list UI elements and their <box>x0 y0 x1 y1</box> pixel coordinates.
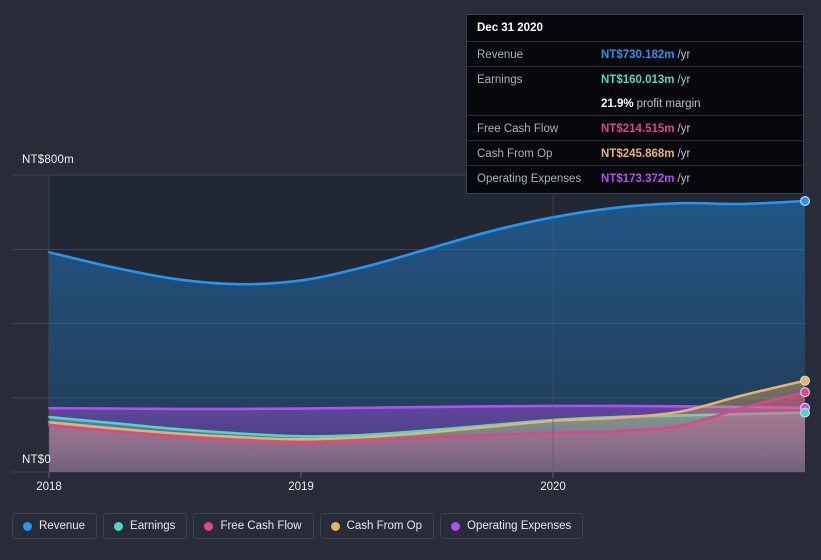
x-axis-ticks <box>48 472 554 478</box>
endpoint-cash-from-op <box>799 375 810 386</box>
endpoint-earnings <box>799 407 810 418</box>
legend-item-label: Free Cash Flow <box>220 520 302 532</box>
tooltip-row-value: NT$214.515m <box>601 123 675 135</box>
legend-color-dot-icon <box>204 521 214 531</box>
x-tick-label-2020: 2020 <box>540 481 566 493</box>
endpoint-free-cash-flow <box>799 387 810 398</box>
legend-item-label: Cash From Op <box>346 520 423 532</box>
tooltip-row-value: NT$730.182m <box>601 49 675 61</box>
legend-color-dot-icon <box>330 521 340 531</box>
chart-tooltip: Dec 31 2020 Revenue NT$730.182m/yr Earning… <box>466 14 804 194</box>
tooltip-row-value-wrap: 21.9% profit margin <box>601 94 701 112</box>
legend-item-free-cash-flow[interactable]: Free Cash Flow <box>193 513 314 539</box>
tooltip-row-value: NT$160.013m <box>601 74 675 86</box>
tooltip-row-value-wrap: NT$730.182m/yr <box>601 45 690 63</box>
tooltip-row-label: Operating Expenses <box>477 173 582 185</box>
tooltip-row-value: NT$245.868m <box>601 148 675 160</box>
tooltip-row: Earnings NT$160.013m/yr <box>467 66 803 91</box>
x-tick-label-2018: 2018 <box>36 481 62 493</box>
tooltip-row-value-wrap: NT$160.013m/yr <box>601 70 690 88</box>
tooltip-row-value: NT$173.372m <box>601 173 675 185</box>
tooltip-row-unit: /yr <box>677 148 691 160</box>
tooltip-row-unit: /yr <box>677 49 691 61</box>
tooltip-row-unit: /yr <box>677 173 691 185</box>
tooltip-row-label: Free Cash Flow <box>477 123 559 135</box>
tooltip-row-value: 21.9% <box>601 98 634 110</box>
tooltip-row-label: Revenue <box>477 49 524 61</box>
tooltip-row: Free Cash Flow NT$214.515m/yr <box>467 115 803 140</box>
tooltip-row-unit: /yr <box>677 123 691 135</box>
legend-item-revenue[interactable]: Revenue <box>12 513 98 539</box>
legend-color-dot-icon <box>114 521 124 531</box>
tooltip-row: Revenue NT$730.182m/yr <box>467 41 803 66</box>
tooltip-row: Operating Expenses NT$173.372m/yr <box>467 165 803 190</box>
legend-color-dot-icon <box>451 521 461 531</box>
tooltip-row-value-wrap: NT$245.868m/yr <box>601 144 690 162</box>
tooltip-row-value-wrap: NT$173.372m/yr <box>601 169 690 187</box>
legend-item-operating-expenses[interactable]: Operating Expenses <box>440 513 584 539</box>
tooltip-row: Cash From Op NT$245.868m/yr <box>467 140 803 165</box>
tooltip-row-label: Cash From Op <box>477 148 553 160</box>
tooltip-row-unit: profit margin <box>636 98 701 110</box>
endpoint-revenue <box>799 195 810 206</box>
tooltip-row-unit: /yr <box>677 74 691 86</box>
tooltip-row: 21.9% profit margin <box>467 91 803 115</box>
legend-item-label: Operating Expenses <box>467 520 572 532</box>
tooltip-date: Dec 31 2020 <box>477 22 543 34</box>
tooltip-rows: Revenue NT$730.182m/yr Earnings NT$160.013m… <box>467 41 803 190</box>
financial-chart-widget: NT$800m NT$0 2018 2019 2020 Dec 31 2020 Re… <box>0 0 821 560</box>
legend-color-dot-icon <box>23 521 32 531</box>
chart-legend: Revenue Earnings Free Cash Flow Cash From O… <box>12 513 584 539</box>
tooltip-row-value-wrap: NT$214.515m/yr <box>601 119 690 137</box>
legend-item-label: Revenue <box>39 520 86 532</box>
x-tick-label-2019: 2019 <box>288 481 314 493</box>
legend-item-cash-from-op[interactable]: Cash From Op <box>319 513 435 539</box>
legend-item-label: Earnings <box>130 520 176 532</box>
tooltip-row-label: Earnings <box>477 74 523 86</box>
legend-item-earnings[interactable]: Earnings <box>103 513 188 539</box>
